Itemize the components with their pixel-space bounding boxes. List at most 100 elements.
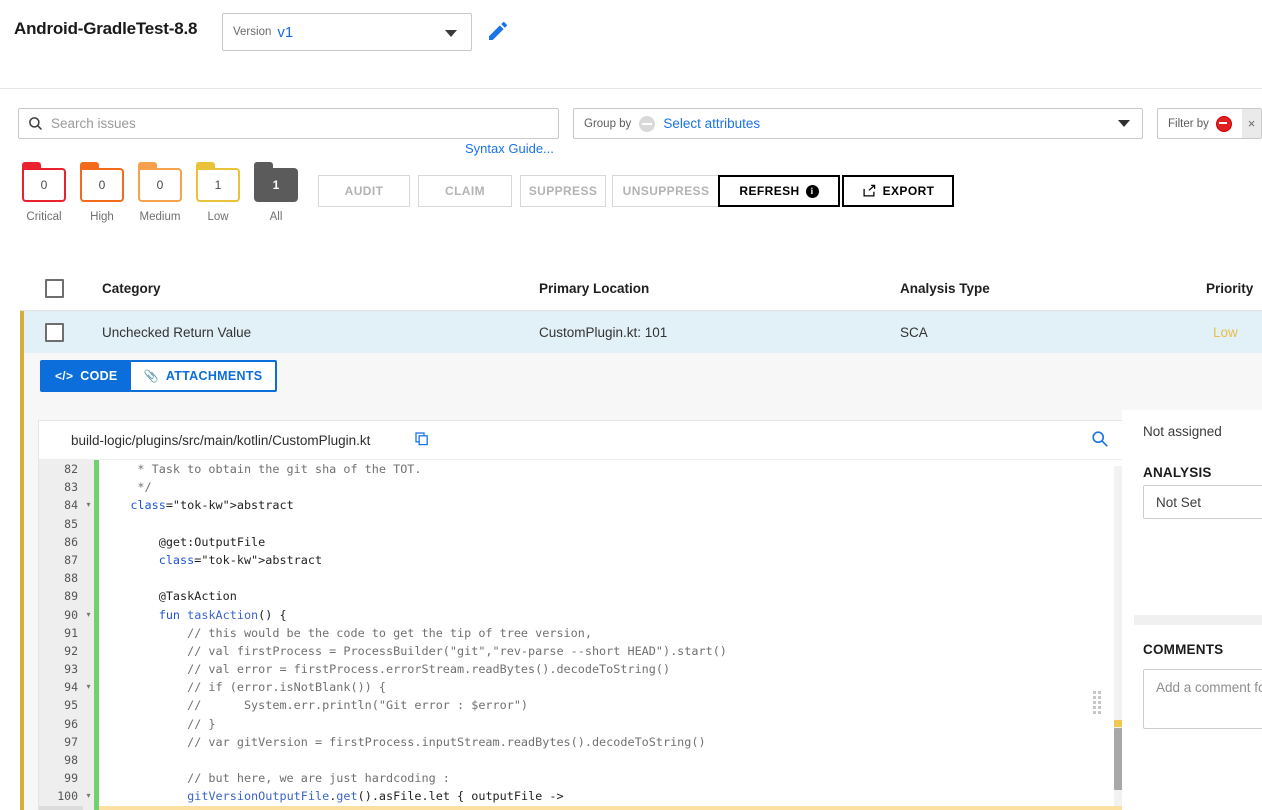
severity-filter-medium[interactable]: 0 Medium xyxy=(130,162,190,223)
table-header-row: Category Primary Location Analysis Type … xyxy=(20,265,1262,311)
code-text: @TaskAction xyxy=(109,589,237,604)
folder-icon: 0 xyxy=(138,162,182,202)
severity-filter-low[interactable]: 1 Low xyxy=(188,162,248,223)
info-icon[interactable]: i xyxy=(805,184,819,198)
tab-attachments[interactable]: 📎 ATTACHMENTS xyxy=(130,362,276,390)
line-number: 98 xyxy=(39,751,83,770)
cell-priority: Low xyxy=(1213,325,1238,340)
search-input[interactable]: Search issues xyxy=(18,108,559,139)
code-line: 84▾ class="tok-kw">abstract class GitVer… xyxy=(39,496,1127,515)
fold-toggle[interactable]: ▾ xyxy=(83,678,94,697)
code-line: 91 // this would be the code to get the … xyxy=(39,623,1127,642)
severity-count: 0 xyxy=(80,168,124,202)
line-number: 87 xyxy=(39,550,83,570)
comment-input[interactable]: Add a comment fo xyxy=(1143,669,1262,729)
severity-label: Critical xyxy=(26,211,62,223)
code-line: 88 xyxy=(39,569,1127,588)
severity-filter-high[interactable]: 0 High xyxy=(72,162,132,223)
code-line: 86 @get:OutputFile xyxy=(39,532,1127,551)
line-number: 82 xyxy=(39,460,83,479)
code-line: 97 // var gitVersion = firstProcess.inpu… xyxy=(39,732,1127,751)
edit-version-button[interactable] xyxy=(486,19,510,43)
line-number: 90 xyxy=(39,605,83,624)
severity-label: Medium xyxy=(139,211,181,223)
line-number: 100 xyxy=(39,787,83,806)
detail-tabs: </> CODE 📎 ATTACHMENTS xyxy=(40,360,278,392)
code-line: 85 xyxy=(39,514,1127,533)
line-number: 94 xyxy=(39,678,83,697)
fold-toggle xyxy=(83,478,94,497)
column-header-analysis-type[interactable]: Analysis Type xyxy=(900,281,990,296)
export-button[interactable]: EXPORT xyxy=(842,175,954,207)
column-header-primary-location[interactable]: Primary Location xyxy=(539,281,649,296)
issues-table: Category Primary Location Analysis Type … xyxy=(20,265,1262,355)
button-label: SUPPRESS xyxy=(528,184,598,198)
column-header-priority[interactable]: Priority xyxy=(1206,281,1253,296)
fold-toggle[interactable]: ▾ xyxy=(83,787,94,806)
group-by-value: Select attributes xyxy=(663,116,761,131)
copy-button[interactable] xyxy=(414,431,430,452)
fold-toggle xyxy=(83,623,94,642)
code-text: class="tok-kw">abstract xyxy=(130,498,294,513)
code-search-button[interactable] xyxy=(1091,430,1109,453)
code-text: // but here, we are just hardcoding : xyxy=(109,771,450,786)
severity-filter-all[interactable]: 1 All xyxy=(246,162,306,223)
select-all-checkbox[interactable] xyxy=(45,279,64,298)
fold-toggle xyxy=(83,732,94,751)
button-label: UNSUPPRESS xyxy=(622,184,710,198)
issue-info-sidebar: Not assigned ANALYSIS Not Set COMMENTS A… xyxy=(1122,353,1262,810)
line-number: 99 xyxy=(39,769,83,788)
group-by-select[interactable]: Group by Select attributes xyxy=(573,108,1143,139)
fold-toggle[interactable]: ▾ xyxy=(83,496,94,515)
line-number: 101 xyxy=(39,805,83,810)
filter-by-control[interactable]: Filter by × xyxy=(1157,108,1262,139)
code-viewer: build-logic/plugins/src/main/kotlin/Cust… xyxy=(38,420,1128,810)
line-number: 91 xyxy=(39,623,83,642)
code-text: // val firstProcess = ProcessBuilder("gi… xyxy=(109,643,727,658)
cell-analysis-type: SCA xyxy=(900,325,928,340)
cell-category: Unchecked Return Value xyxy=(102,325,252,340)
syntax-guide-link[interactable]: Syntax Guide... xyxy=(465,141,554,156)
analysis-heading: ANALYSIS xyxy=(1143,465,1212,480)
line-number: 97 xyxy=(39,732,83,751)
line-number: 89 xyxy=(39,587,83,606)
close-icon[interactable]: × xyxy=(1242,109,1261,138)
code-text: * Task to obtain the git sha of the TOT. xyxy=(109,462,422,476)
fold-toggle xyxy=(83,550,94,570)
code-text: // var gitVersion = firstProcess.inputSt… xyxy=(109,734,706,749)
line-number: 85 xyxy=(39,514,83,533)
tab-code-label: CODE xyxy=(80,369,118,383)
code-line: 90 ▾ fun taskAction() { xyxy=(39,605,1127,624)
version-value: v1 xyxy=(277,23,294,41)
table-row[interactable]: Unchecked Return Value CustomPlugin.kt: … xyxy=(20,311,1262,355)
code-line: 95 // System.err.println("Git error : $e… xyxy=(39,696,1127,715)
severity-filter-critical[interactable]: 0 Critical xyxy=(14,162,74,223)
code-text: gitVersionOutputFile.get().asFile.let { … xyxy=(187,789,564,804)
version-label: Version xyxy=(233,26,272,38)
search-icon xyxy=(29,117,43,131)
copy-icon xyxy=(415,432,428,446)
version-select[interactable]: Version v1 xyxy=(222,13,472,51)
page-title: Android-GradleTest-8.8 xyxy=(14,19,198,38)
column-header-category[interactable]: Category xyxy=(102,281,161,296)
code-text: // } xyxy=(109,716,216,731)
code-viewer-header: build-logic/plugins/src/main/kotlin/Cust… xyxy=(39,421,1127,460)
issue-detail-panel: </> CODE 📎 ATTACHMENTS build-logic/plugi… xyxy=(20,353,1262,810)
row-checkbox[interactable] xyxy=(45,323,64,342)
severity-count: 0 xyxy=(138,168,182,202)
resize-grip[interactable] xyxy=(1093,689,1113,714)
tab-code[interactable]: </> CODE xyxy=(42,362,131,390)
fold-toggle xyxy=(83,532,94,551)
analysis-select[interactable]: Not Set xyxy=(1143,485,1262,519)
code-lines-container[interactable]: 82 * Task to obtain the git sha of the T… xyxy=(39,460,1127,810)
fold-toggle xyxy=(83,569,94,588)
fold-toggle xyxy=(83,805,94,810)
refresh-button[interactable]: REFRESH i xyxy=(718,175,840,207)
search-icon xyxy=(1092,431,1108,447)
code-text: @get:OutputFile xyxy=(109,534,266,549)
code-text: */ xyxy=(109,480,152,495)
fold-toggle[interactable]: ▾ xyxy=(83,605,94,624)
code-line: 89 @TaskAction xyxy=(39,587,1127,606)
